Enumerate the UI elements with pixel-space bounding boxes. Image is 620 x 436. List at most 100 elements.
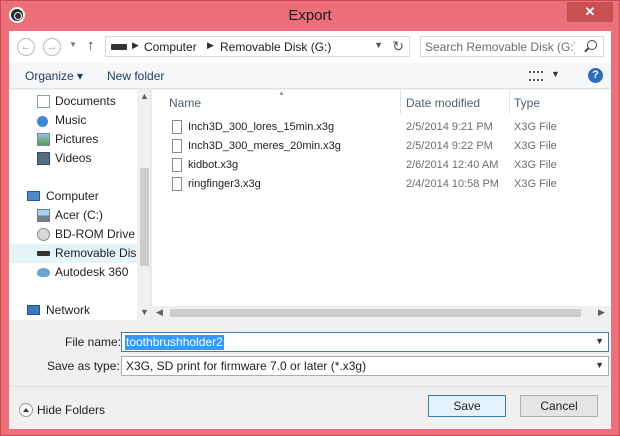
navigation-pane: Documents Music Pictures Videos Computer…	[9, 90, 151, 320]
column-header-type[interactable]: Type	[514, 96, 540, 110]
sidebar-item-label: Videos	[55, 151, 92, 165]
file-icon	[172, 177, 182, 191]
sort-ascending-icon: ▲	[278, 90, 285, 97]
table-row[interactable]: ringfinger3.x3g 2/4/2014 10:58 PM X3G Fi…	[152, 175, 611, 194]
column-header-name[interactable]: Name	[169, 96, 201, 110]
scroll-down-icon[interactable]: ▼	[140, 307, 149, 317]
file-name: ringfinger3.x3g	[188, 178, 261, 190]
file-name: Inch3D_300_meres_20min.x3g	[188, 140, 341, 152]
title-bar[interactable]: Export ✕	[1, 1, 619, 31]
sidebar-item-label: Pictures	[55, 132, 99, 146]
file-date: 2/4/2014 10:58 PM	[406, 178, 499, 190]
hide-folders-label: Hide Folders	[37, 403, 106, 417]
file-icon	[172, 158, 182, 172]
file-icon	[172, 120, 182, 134]
navigation-pane-scrollbar[interactable]: ▲ ▼	[137, 90, 150, 320]
window-title: Export	[288, 7, 332, 24]
divider	[9, 386, 611, 387]
search-input[interactable]	[425, 39, 575, 54]
close-button[interactable]: ✕	[567, 2, 613, 22]
help-icon[interactable]: ?	[588, 68, 603, 83]
save-as-type-value: X3G, SD print for firmware 7.0 or later …	[126, 359, 367, 373]
export-dialog: Export ✕ ← → ▼ ↑ ▶ Computer ▶ Removable …	[0, 0, 620, 436]
recent-locations-chevron-icon[interactable]: ▼	[69, 40, 77, 49]
removable-drive-icon	[111, 44, 127, 50]
table-row[interactable]: Inch3D_300_lores_15min.x3g 2/5/2014 9:21…	[152, 118, 611, 137]
file-date: 2/5/2014 9:21 PM	[406, 121, 493, 133]
file-date: 2/6/2014 12:40 AM	[406, 159, 499, 171]
file-name-value[interactable]: toothbrushholder2	[125, 335, 224, 350]
sidebar-item-videos[interactable]: Videos	[9, 149, 137, 168]
sidebar-item-documents[interactable]: Documents	[9, 92, 137, 111]
breadcrumb-removable-disk[interactable]: Removable Disk (G:)	[220, 40, 331, 54]
sidebar-item-network[interactable]: Network	[9, 301, 137, 320]
sidebar-item-autodesk-360[interactable]: Autodesk 360	[9, 263, 137, 282]
file-type: X3G File	[514, 178, 557, 190]
table-row[interactable]: kidbot.x3g 2/6/2014 12:40 AM X3G File	[152, 156, 611, 175]
music-icon	[37, 116, 48, 127]
chevron-down-icon[interactable]: ▼	[595, 360, 604, 370]
dialog-body: ← → ▼ ↑ ▶ Computer ▶ Removable Disk (G:)…	[9, 31, 611, 429]
column-divider[interactable]	[509, 90, 510, 114]
sidebar-item-bd-rom[interactable]: BD-ROM Drive (F	[9, 225, 137, 244]
save-as-type-select[interactable]: X3G, SD print for firmware 7.0 or later …	[121, 356, 609, 376]
documents-icon	[37, 95, 50, 108]
view-details-icon[interactable]	[529, 71, 543, 81]
sidebar-item-label: Computer	[46, 189, 99, 203]
scroll-left-icon[interactable]: ◀	[156, 307, 163, 318]
new-folder-button[interactable]: New folder	[107, 69, 164, 83]
cloud-icon	[37, 268, 50, 277]
pictures-icon	[37, 133, 50, 146]
search-icon[interactable]	[587, 40, 597, 50]
sidebar-item-pictures[interactable]: Pictures	[9, 130, 137, 149]
column-header-date-modified[interactable]: Date modified	[406, 96, 480, 110]
cancel-button[interactable]: Cancel	[520, 395, 598, 417]
sidebar-item-music[interactable]: Music	[9, 111, 137, 130]
file-name: kidbot.x3g	[188, 159, 239, 171]
scrollbar-thumb[interactable]	[140, 168, 149, 266]
command-toolbar: Organize ▾ New folder ▼ ?	[9, 63, 611, 89]
hard-drive-icon	[37, 209, 50, 222]
chevron-right-icon[interactable]: ▶	[207, 40, 214, 51]
file-list: ▲ Name Date modified Type Inch3D_300_lor…	[152, 90, 611, 320]
navigation-bar: ← → ▼ ↑ ▶ Computer ▶ Removable Disk (G:)…	[9, 31, 611, 63]
disc-drive-icon	[37, 228, 50, 241]
videos-icon	[37, 152, 50, 165]
sidebar-item-acer-c[interactable]: Acer (C:)	[9, 206, 137, 225]
refresh-icon[interactable]: ↻	[392, 38, 404, 55]
file-type: X3G File	[514, 121, 557, 133]
sidebar-item-label: Network	[46, 303, 91, 317]
collapse-icon	[19, 403, 33, 417]
save-button[interactable]: Save	[428, 395, 506, 417]
sidebar-item-removable-disk[interactable]: Removable Disk (	[9, 244, 137, 263]
sidebar-item-label: BD-ROM Drive (F	[55, 227, 137, 241]
file-type: X3G File	[514, 140, 557, 152]
sidebar-item-computer[interactable]: Computer	[9, 187, 137, 206]
view-dropdown-icon[interactable]: ▼	[551, 69, 560, 79]
address-bar[interactable]: ▶ Computer ▶ Removable Disk (G:) ▼ ↻	[105, 36, 410, 57]
up-button[interactable]: ↑	[87, 37, 95, 54]
sidebar-item-label: Music	[55, 113, 87, 127]
sidebar-item-label: Documents	[55, 94, 116, 108]
organize-button[interactable]: Organize ▾	[25, 69, 83, 83]
address-dropdown-icon[interactable]: ▼	[374, 40, 383, 50]
scrollbar-thumb[interactable]	[170, 309, 581, 317]
table-row[interactable]: Inch3D_300_meres_20min.x3g 2/5/2014 9:22…	[152, 137, 611, 156]
back-button[interactable]: ←	[17, 38, 35, 56]
forward-button[interactable]: →	[43, 38, 61, 56]
sidebar-item-label: Autodesk 360	[55, 265, 129, 279]
search-box[interactable]	[420, 36, 604, 57]
scroll-right-icon[interactable]: ▶	[598, 307, 605, 318]
column-divider[interactable]	[400, 90, 401, 114]
chevron-right-icon[interactable]: ▶	[132, 40, 139, 51]
chevron-down-icon[interactable]: ▼	[595, 336, 604, 346]
sidebar-item-label: Removable Disk (	[55, 246, 137, 260]
file-name-field[interactable]: toothbrushholder2 ▼	[121, 332, 609, 352]
sidebar-item-label: Acer (C:)	[55, 208, 103, 222]
save-as-type-label: Save as type:	[47, 359, 120, 373]
computer-icon	[27, 191, 40, 201]
horizontal-scrollbar[interactable]: ◀ ▶	[152, 306, 611, 320]
breadcrumb-computer[interactable]: Computer	[144, 40, 197, 54]
scroll-up-icon[interactable]: ▲	[140, 91, 149, 101]
file-name: Inch3D_300_lores_15min.x3g	[188, 121, 335, 133]
